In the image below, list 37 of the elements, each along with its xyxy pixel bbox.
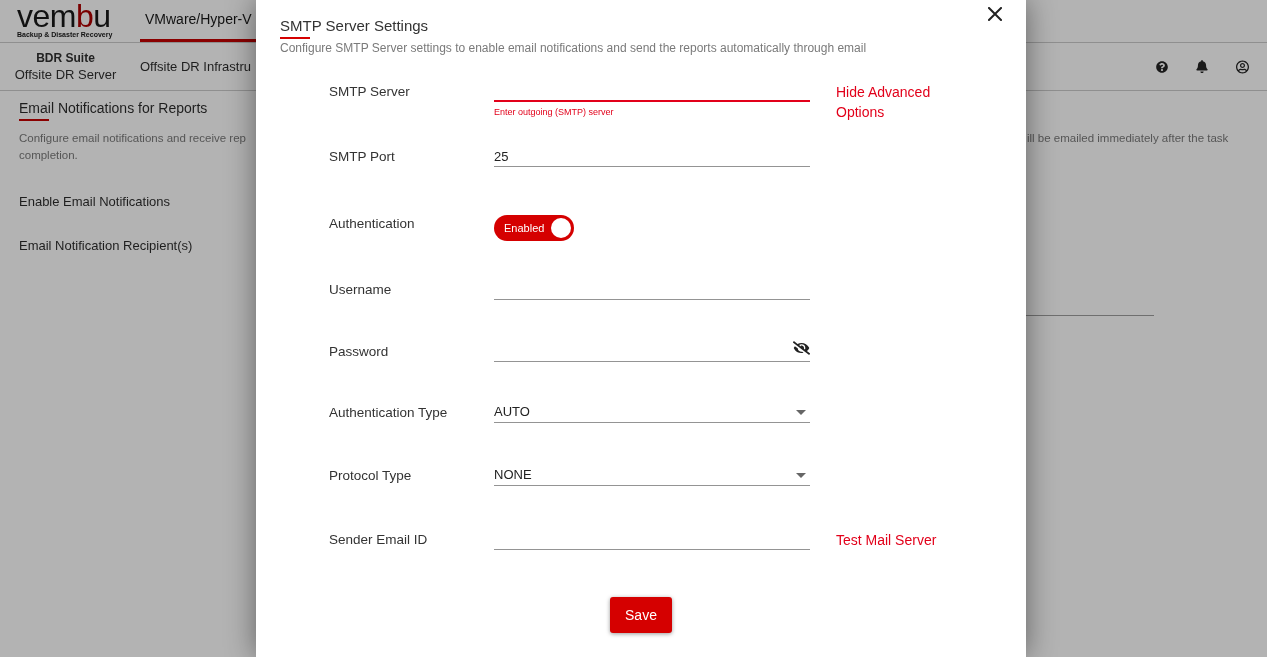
error-message: Enter outgoing (SMTP) server <box>494 106 614 118</box>
text-link[interactable]: Hide Advanced Options <box>836 82 946 122</box>
page-description: completion. <box>19 148 78 163</box>
field-label: Password <box>329 343 389 361</box>
toggle-switch[interactable]: Enabled <box>494 215 574 241</box>
page-description: ill be emailed immediately after the task <box>1027 131 1229 146</box>
field-label: SMTP Port <box>329 148 395 166</box>
page-title: Email Notifications for Reports <box>19 99 208 118</box>
save-button[interactable]: Save <box>610 597 672 633</box>
caret-icon <box>796 409 806 415</box>
dialog-title: SMTP Server Settings <box>280 16 429 36</box>
field-label: Username <box>329 281 392 299</box>
caret-icon <box>796 472 806 478</box>
logo-wordmark: vembu <box>17 2 111 30</box>
eye-off-icon[interactable] <box>793 341 810 355</box>
field-label: Authentication <box>329 215 415 233</box>
user-icon[interactable] <box>1236 59 1249 74</box>
field-label: SMTP Server <box>329 83 410 101</box>
switch-knob <box>551 218 571 238</box>
field-label: Protocol Type <box>329 467 412 485</box>
field-label: Sender Email ID <box>329 531 428 549</box>
close-icon[interactable] <box>988 7 1002 21</box>
setting-label: Enable Email Notifications <box>19 193 171 211</box>
nav-link[interactable]: Offsite DR Infrastru <box>140 56 251 77</box>
dropdown[interactable]: AUTO <box>494 402 810 423</box>
dropdown[interactable]: NONE <box>494 465 810 486</box>
bell-icon[interactable] <box>1196 60 1208 73</box>
product-suite: BDR Suite <box>36 50 95 66</box>
help-icon[interactable] <box>1156 60 1168 73</box>
text-link[interactable]: Test Mail Server <box>836 530 946 550</box>
product-name: Offsite DR Server <box>14 66 117 83</box>
field-label: Authentication Type <box>329 404 448 422</box>
text-field[interactable]: 25 <box>494 146 810 167</box>
setting-label: Email Notification Recipient(s) <box>19 237 193 255</box>
page-description: Configure email notifications and receive rep <box>19 131 247 146</box>
dialog-description: Configure SMTP Server settings to enable email notifications and send the reports automatically through email <box>280 40 867 56</box>
password-field[interactable] <box>494 341 810 362</box>
